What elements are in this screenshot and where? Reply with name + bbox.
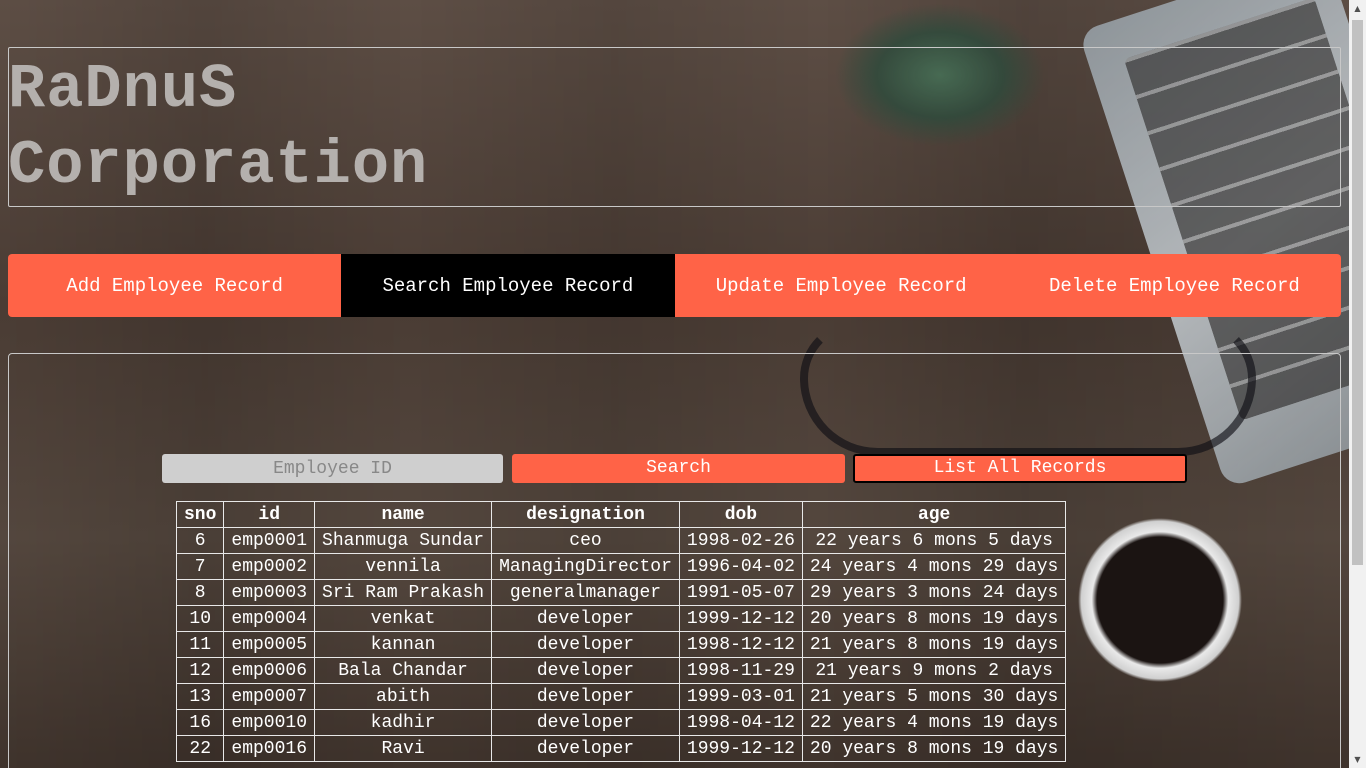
cell-id: emp0004: [223, 605, 316, 632]
column-header-age: age: [801, 501, 1067, 528]
cell-dob: 1999-12-12: [678, 735, 803, 762]
column-header-dob: dob: [678, 501, 803, 528]
table-row: 13 emp0007 abith developer 1999-03-01 21…: [175, 683, 1067, 710]
cell-dob: 1998-11-29: [678, 657, 803, 684]
cell-id: emp0010: [223, 709, 316, 736]
nav-delete-employee[interactable]: Delete Employee Record: [1007, 254, 1341, 317]
cell-designation: ceo: [491, 527, 680, 554]
cell-dob: 1998-04-12: [678, 709, 803, 736]
table-row: 12 emp0006 Bala Chandar developer 1998-1…: [175, 657, 1067, 684]
cell-age: 21 years 9 mons 2 days: [801, 657, 1067, 684]
table-row: 7 emp0002 vennila ManagingDirector 1996-…: [175, 553, 1067, 580]
table-row: 16 emp0010 kadhir developer 1998-04-12 2…: [175, 709, 1067, 736]
cell-sno: 6: [175, 527, 225, 554]
cell-name: kannan: [314, 631, 493, 658]
table-row: 10 emp0004 venkat developer 1999-12-12 2…: [175, 605, 1067, 632]
cell-designation: developer: [491, 631, 680, 658]
main-nav: Add Employee Record Search Employee Reco…: [8, 254, 1341, 317]
cell-age: 29 years 3 mons 24 days: [801, 579, 1067, 606]
column-header-id: id: [223, 501, 316, 528]
cell-designation: developer: [491, 605, 680, 632]
cell-id: emp0016: [223, 735, 316, 762]
brand-title-line2: Corporation: [8, 130, 429, 201]
cell-age: 22 years 4 mons 19 days: [801, 709, 1067, 736]
cell-age: 20 years 8 mons 19 days: [801, 735, 1067, 762]
cell-age: 21 years 5 mons 30 days: [801, 683, 1067, 710]
cell-name: abith: [314, 683, 493, 710]
cell-id: emp0007: [223, 683, 316, 710]
cell-dob: 1999-03-01: [678, 683, 803, 710]
brand-title-line1: RaDnuS: [8, 54, 238, 125]
table-row: 22 emp0016 Ravi developer 1999-12-12 20 …: [175, 735, 1067, 762]
employee-records-table: sno id name designation dob age 6 emp000…: [175, 501, 1067, 762]
cell-sno: 22: [175, 735, 225, 762]
table-row: 6 emp0001 Shanmuga Sundar ceo 1998-02-26…: [175, 527, 1067, 554]
cell-name: vennila: [314, 553, 493, 580]
column-header-name: name: [314, 501, 493, 528]
cell-id: emp0003: [223, 579, 316, 606]
column-header-designation: designation: [491, 501, 680, 528]
nav-update-employee[interactable]: Update Employee Record: [674, 254, 1008, 317]
cell-sno: 16: [175, 709, 225, 736]
cell-id: emp0006: [223, 657, 316, 684]
scroll-up-arrow-icon[interactable]: ▲: [1349, 0, 1366, 17]
scrollbar-thumb[interactable]: [1352, 20, 1363, 565]
cell-id: emp0001: [223, 527, 316, 554]
cell-id: emp0002: [223, 553, 316, 580]
cell-name: Bala Chandar: [314, 657, 493, 684]
cell-dob: 1991-05-07: [678, 579, 803, 606]
cell-designation: developer: [491, 657, 680, 684]
cell-designation: ManagingDirector: [491, 553, 680, 580]
cell-dob: 1999-12-12: [678, 605, 803, 632]
cell-age: 21 years 8 mons 19 days: [801, 631, 1067, 658]
cell-sno: 8: [175, 579, 225, 606]
cell-designation: developer: [491, 735, 680, 762]
page-scrollbar[interactable]: ▲ ▼: [1349, 0, 1366, 768]
cell-designation: generalmanager: [491, 579, 680, 606]
cell-sno: 7: [175, 553, 225, 580]
cell-sno: 12: [175, 657, 225, 684]
cell-designation: developer: [491, 709, 680, 736]
search-button[interactable]: Search: [512, 454, 845, 483]
cell-name: Ravi: [314, 735, 493, 762]
cell-designation: developer: [491, 683, 680, 710]
list-all-records-button[interactable]: List All Records: [853, 454, 1187, 483]
cell-name: Sri Ram Prakash: [314, 579, 493, 606]
cell-sno: 10: [175, 605, 225, 632]
scroll-down-arrow-icon[interactable]: ▼: [1349, 751, 1366, 768]
nav-search-employee[interactable]: Search Employee Record: [341, 254, 675, 317]
column-header-sno: sno: [175, 501, 225, 528]
cell-name: venkat: [314, 605, 493, 632]
cell-age: 22 years 6 mons 5 days: [801, 527, 1067, 554]
table-header-row: sno id name designation dob age: [175, 501, 1067, 528]
cell-dob: 1998-02-26: [678, 527, 803, 554]
cell-id: emp0005: [223, 631, 316, 658]
cell-dob: 1998-12-12: [678, 631, 803, 658]
cell-age: 24 years 4 mons 29 days: [801, 553, 1067, 580]
table-row: 11 emp0005 kannan developer 1998-12-12 2…: [175, 631, 1067, 658]
cell-sno: 13: [175, 683, 225, 710]
cell-name: Shanmuga Sundar: [314, 527, 493, 554]
cell-sno: 11: [175, 631, 225, 658]
cell-name: kadhir: [314, 709, 493, 736]
brand-title: RaDnuS Corporation: [8, 52, 428, 204]
cell-dob: 1996-04-02: [678, 553, 803, 580]
nav-add-employee[interactable]: Add Employee Record: [8, 254, 342, 317]
table-row: 8 emp0003 Sri Ram Prakash generalmanager…: [175, 579, 1067, 606]
cell-age: 20 years 8 mons 19 days: [801, 605, 1067, 632]
employee-id-input[interactable]: [162, 454, 503, 483]
